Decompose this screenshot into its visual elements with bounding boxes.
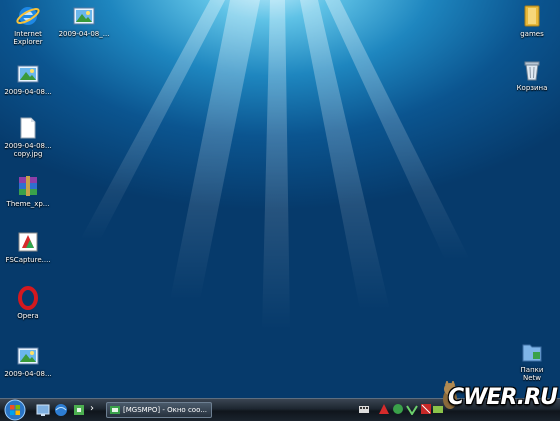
desktop-icon-image-file-top[interactable]: 2009-04-08_... bbox=[56, 4, 112, 38]
desktop-icon-internet-explorer[interactable]: Internet Explorer bbox=[0, 4, 56, 46]
desktop-icon-label: Internet Explorer bbox=[13, 30, 43, 46]
desktop-icon-image-file[interactable]: 2009-04-08... bbox=[0, 62, 56, 96]
desktop-icon-label: Корзина bbox=[516, 84, 548, 92]
opera-icon bbox=[18, 286, 38, 310]
desktop-icon-recycle-bin[interactable]: Корзина bbox=[504, 58, 560, 92]
desktop-icon-fscapture[interactable]: FSCapture.... bbox=[0, 230, 56, 264]
image-file-icon bbox=[17, 65, 39, 83]
winrar-archive-icon bbox=[19, 176, 37, 196]
desktop-wallpaper-rays bbox=[80, 0, 470, 330]
taskbar: › [MGSMPO] - Окно соо... CWER.RU bbox=[0, 381, 560, 421]
fscapture-icon bbox=[18, 232, 38, 252]
recycle-bin-icon bbox=[524, 61, 540, 81]
torrent-icon[interactable] bbox=[406, 403, 418, 415]
cwer-watermark: CWER.RU bbox=[443, 381, 558, 421]
desktop-icon-label: Opera bbox=[17, 312, 39, 320]
desktop-icon-label: Папки Netw bbox=[520, 366, 544, 382]
desktop-icon-theme-xp[interactable]: Theme_xp... bbox=[0, 174, 56, 208]
desktop-icon-label: Theme_xp... bbox=[6, 200, 50, 208]
desktop-icon-games-folder[interactable]: games bbox=[504, 4, 560, 38]
desktop-icon-copy-jpg[interactable]: 2009-04-08... copy.jpg bbox=[0, 116, 56, 158]
blank-file-icon bbox=[20, 117, 36, 139]
desktop-icon-label: 2009-04-08... bbox=[4, 88, 52, 96]
folder-icon bbox=[524, 5, 540, 27]
show-desktop-icon[interactable] bbox=[36, 403, 50, 417]
chat-window-icon bbox=[110, 406, 120, 414]
watermark-text: CWER.RU bbox=[448, 385, 558, 410]
desktop-icon-label: 2009-04-08_... bbox=[58, 30, 110, 38]
desktop-icon-label: games bbox=[520, 30, 544, 38]
desktop-icon-image-file-2[interactable]: 2009-04-08... bbox=[0, 344, 56, 378]
keyboard-icon[interactable] bbox=[358, 403, 370, 415]
image-file-icon bbox=[17, 347, 39, 365]
desktop-icon-network-folder[interactable]: Папки Netw bbox=[504, 340, 560, 382]
network-folder-icon bbox=[522, 344, 542, 362]
desktop-icon-opera[interactable]: Opera bbox=[0, 286, 56, 320]
antivirus-icon[interactable] bbox=[378, 403, 390, 415]
taskbar-button-chat-window[interactable]: [MGSMPO] - Окно соо... bbox=[106, 402, 212, 418]
internet-explorer-icon bbox=[16, 7, 40, 25]
image-file-icon bbox=[73, 7, 95, 25]
desktop-icon-label: FSCapture.... bbox=[5, 256, 51, 264]
windows-start-orb-icon[interactable] bbox=[2, 399, 28, 421]
desktop-icon-label: 2009-04-08... bbox=[4, 370, 52, 378]
quick-launch-overflow[interactable]: › bbox=[90, 403, 94, 414]
shield-icon[interactable] bbox=[392, 403, 404, 415]
desktop-icon-label: 2009-04-08... copy.jpg bbox=[4, 142, 52, 158]
volume-icon[interactable] bbox=[420, 403, 432, 415]
network-icon[interactable] bbox=[54, 403, 68, 417]
taskbar-button-label: [MGSMPO] - Окно соо... bbox=[123, 406, 208, 414]
shortcut-icon[interactable] bbox=[72, 403, 86, 417]
